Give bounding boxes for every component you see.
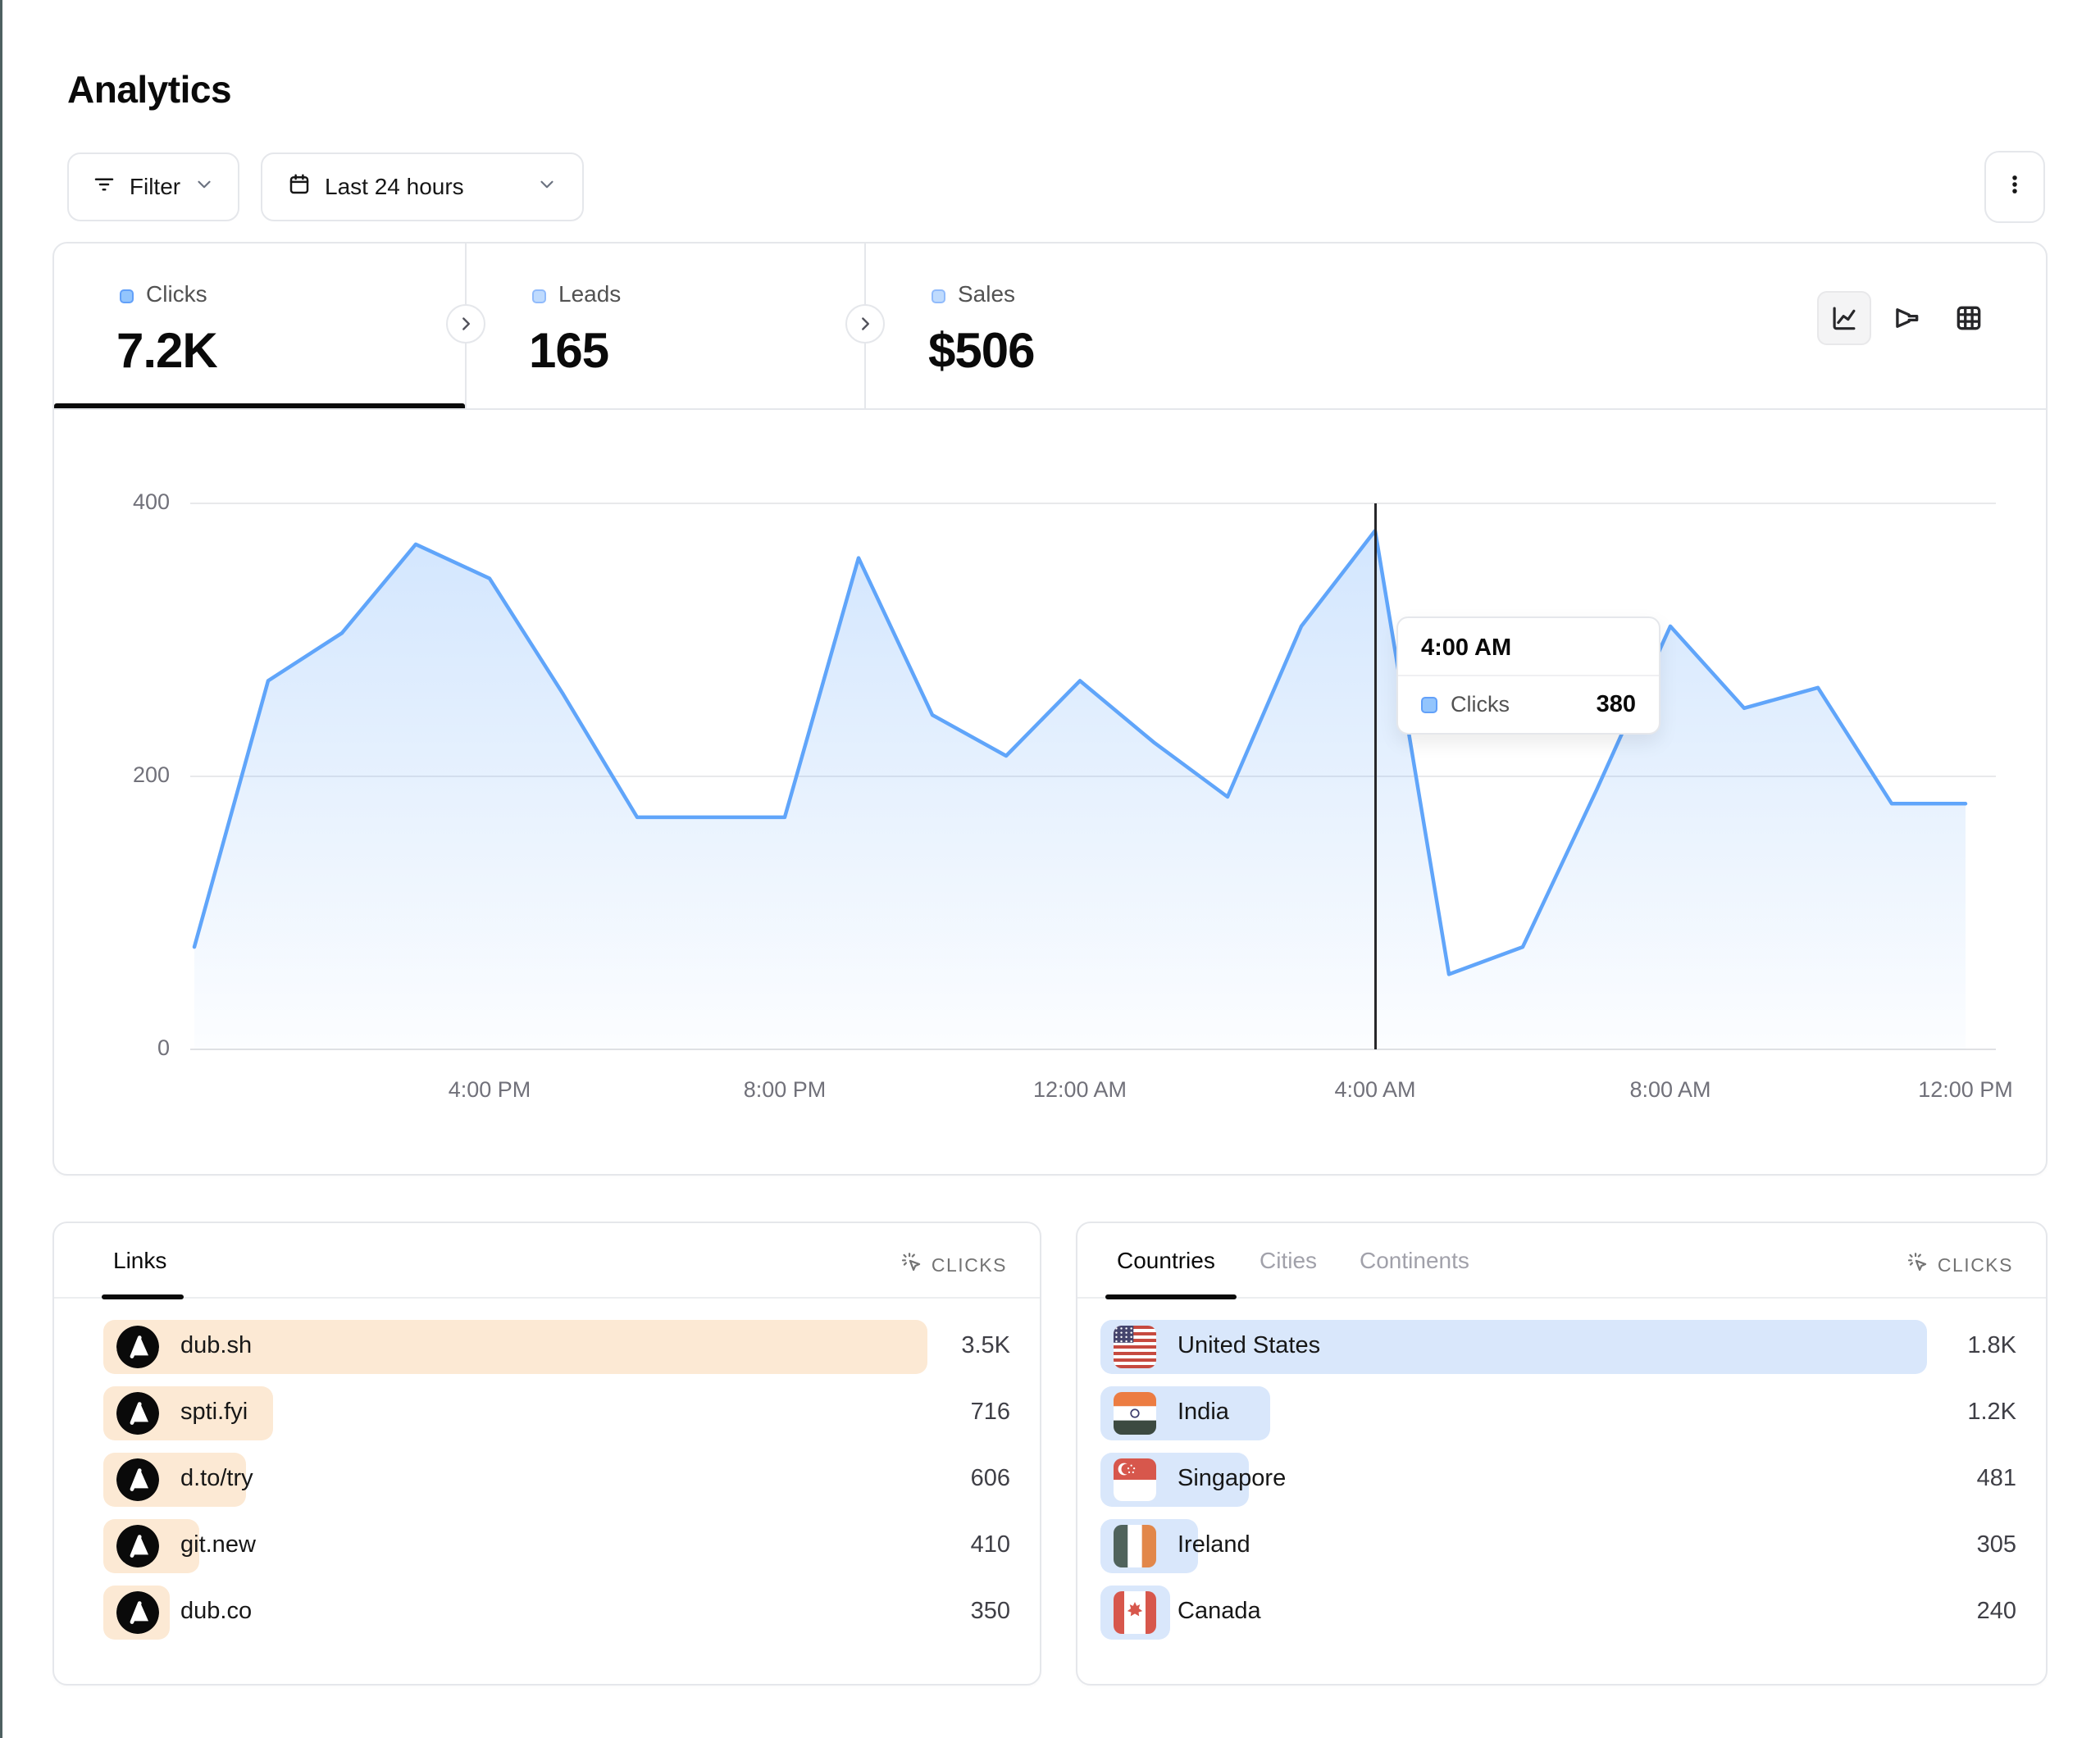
tab-countries[interactable]: Countries	[1117, 1248, 1215, 1274]
chart-tooltip: 4:00 AM Clicks 380	[1396, 616, 1660, 735]
row-value: 305	[1977, 1531, 2016, 1558]
stat-value: 7.2K	[116, 322, 217, 379]
sales-legend-square	[932, 289, 945, 303]
row-value: 240	[1977, 1598, 2016, 1625]
window-edge	[0, 0, 2, 1738]
row-value: 3.5K	[961, 1332, 1010, 1359]
filter-button[interactable]: Filter	[67, 152, 239, 221]
expand-clicks-button[interactable]	[446, 304, 485, 344]
tooltip-series-label: Clicks	[1451, 692, 1510, 717]
more-options-button[interactable]	[1984, 151, 2045, 223]
list-item[interactable]: United States 1.8K	[1100, 1320, 2016, 1374]
us-flag-icon	[1114, 1326, 1156, 1368]
row-label: Singapore	[1178, 1465, 1286, 1492]
in-flag-icon	[1114, 1392, 1156, 1435]
row-value: 716	[971, 1399, 1010, 1426]
ie-flag-icon	[1114, 1525, 1156, 1567]
row-value: 481	[1977, 1465, 2016, 1492]
row-label: India	[1178, 1399, 1229, 1426]
cursor-click-icon	[900, 1251, 923, 1279]
funnel-view-button[interactable]	[1879, 291, 1934, 345]
y-axis-tick: 0	[84, 1035, 170, 1061]
countries-metric-header[interactable]: CLICKS	[1906, 1251, 2013, 1279]
tooltip-value: 380	[1597, 691, 1636, 718]
tab-cities[interactable]: Cities	[1260, 1248, 1317, 1274]
x-axis-tick: 12:00 PM	[1900, 1077, 2031, 1103]
y-axis-tick: 400	[84, 489, 170, 515]
tooltip-time: 4:00 AM	[1398, 618, 1659, 676]
sg-flag-icon	[1114, 1458, 1156, 1501]
list-item[interactable]: dub.sh 3.5K	[103, 1320, 1010, 1374]
row-value: 350	[971, 1598, 1010, 1625]
row-label: spti.fyi	[180, 1399, 248, 1426]
row-label: dub.co	[180, 1598, 252, 1625]
stat-value: 165	[529, 322, 608, 379]
x-axis-tick: 8:00 AM	[1605, 1077, 1736, 1103]
cursor-click-icon	[1906, 1251, 1929, 1279]
area-chart-svg	[190, 503, 1970, 1049]
ca-flag-icon	[1114, 1591, 1156, 1634]
clicks-area-chart[interactable]: 4:00 AM Clicks 380 40020004:00 PM8:00 PM…	[190, 503, 1970, 1049]
list-item[interactable]: d.to/try 606	[103, 1453, 1010, 1507]
filter-button-label: Filter	[130, 174, 180, 200]
stat-label: Leads	[558, 281, 621, 307]
x-axis-tick: 4:00 PM	[424, 1077, 555, 1103]
dub-logo-icon	[116, 1591, 159, 1634]
stat-label: Clicks	[146, 281, 207, 307]
analytics-chart-card: Clicks 7.2K Leads 165 Sales $506	[52, 242, 2048, 1176]
x-axis-tick: 4:00 AM	[1310, 1077, 1441, 1103]
list-item[interactable]: Singapore 481	[1100, 1453, 2016, 1507]
list-item[interactable]: India 1.2K	[1100, 1386, 2016, 1440]
dub-logo-icon	[116, 1458, 159, 1501]
date-range-label: Last 24 hours	[325, 174, 464, 200]
list-item[interactable]: spti.fyi 716	[103, 1386, 1010, 1440]
links-panel: Links CLICKS dub.sh 3.5K spti.fyi 716 d.to/t…	[52, 1222, 1041, 1686]
row-value: 1.2K	[1967, 1399, 2016, 1426]
row-value: 606	[971, 1465, 1010, 1492]
table-view-button[interactable]	[1942, 291, 1996, 345]
leads-legend-square	[532, 289, 546, 303]
row-value: 410	[971, 1531, 1010, 1558]
list-item[interactable]: Ireland 305	[1100, 1519, 2016, 1573]
row-label: d.to/try	[180, 1465, 253, 1492]
stat-value: $506	[928, 322, 1034, 379]
row-value: 1.8K	[1967, 1332, 2016, 1359]
hover-crosshair	[1374, 503, 1377, 1049]
chevron-down-icon	[536, 174, 558, 201]
line-chart-view-button[interactable]	[1817, 291, 1871, 345]
row-label: dub.sh	[180, 1332, 252, 1359]
list-item[interactable]: git.new 410	[103, 1519, 1010, 1573]
countries-panel: Countries Cities Continents CLICKS Unite…	[1076, 1222, 2048, 1686]
date-range-button[interactable]: Last 24 hours	[261, 152, 584, 221]
calendar-icon	[287, 172, 312, 202]
tab-clicks[interactable]: Clicks 7.2K	[54, 243, 465, 408]
clicks-legend-square	[120, 289, 134, 303]
dub-logo-icon	[116, 1525, 159, 1567]
kebab-icon	[2002, 172, 2027, 202]
chevron-down-icon	[194, 174, 215, 201]
row-label: United States	[1178, 1332, 1320, 1359]
list-item[interactable]: dub.co 350	[103, 1586, 1010, 1640]
page-title: Analytics	[67, 67, 231, 111]
x-axis-tick: 12:00 AM	[1014, 1077, 1146, 1103]
links-metric-header[interactable]: CLICKS	[900, 1251, 1007, 1279]
active-tab-underline	[54, 403, 465, 408]
tab-links[interactable]: Links	[113, 1248, 166, 1274]
y-axis-tick: 200	[84, 762, 170, 788]
tab-leads[interactable]: Leads 165	[467, 243, 864, 408]
dub-logo-icon	[116, 1392, 159, 1435]
expand-leads-button[interactable]	[845, 304, 885, 344]
dub-logo-icon	[116, 1326, 159, 1368]
row-label: Ireland	[1178, 1531, 1250, 1558]
tab-sales[interactable]: Sales $506	[866, 243, 1276, 408]
row-label: Canada	[1178, 1598, 1261, 1625]
stat-label: Sales	[958, 281, 1015, 307]
filter-icon	[92, 172, 116, 202]
stat-tabs-row: Clicks 7.2K Leads 165 Sales $506	[54, 243, 2046, 410]
tooltip-legend-square	[1421, 697, 1437, 713]
list-item[interactable]: Canada 240	[1100, 1586, 2016, 1640]
row-label: git.new	[180, 1531, 256, 1558]
tab-continents[interactable]: Continents	[1360, 1248, 1469, 1274]
x-axis-tick: 8:00 PM	[719, 1077, 850, 1103]
